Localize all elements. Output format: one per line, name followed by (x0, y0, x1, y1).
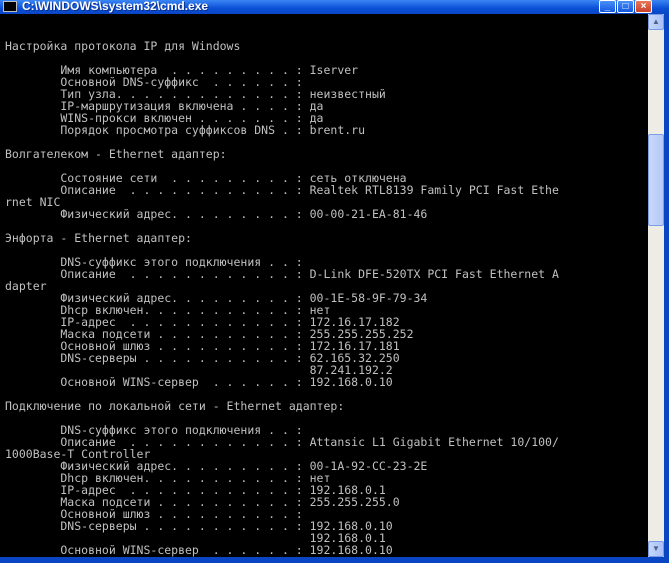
console-line: Волгателеком - Ethernet адаптер: (5, 147, 227, 161)
console-line: Подключение по локальной сети - Ethernet… (5, 399, 345, 413)
maximize-button[interactable]: □ (617, 0, 634, 13)
window-frame-bottom (0, 557, 669, 563)
console-line: Настройка протокола IP для Windows (5, 39, 241, 53)
console-line: Энфорта - Ethernet адаптер: (5, 231, 192, 245)
console-line: Основной WINS-сервер . . . . . . : 192.1… (5, 375, 393, 389)
window-frame-right (664, 14, 669, 563)
console-line: Порядок просмотра суффиксов DNS . : bren… (5, 123, 366, 137)
cmd-icon (3, 1, 17, 12)
window-title: C:\WINDOWS\system32\cmd.exe (22, 0, 209, 13)
console-line: Описание . . . . . . . . . . . . : D-Lin… (5, 267, 559, 281)
console-line: Физический адрес. . . . . . . . . : 00-0… (5, 207, 428, 221)
console-output[interactable]: Настройка протокола IP для Windows Имя к… (5, 28, 648, 558)
console-line: Описание . . . . . . . . . . . . : Realt… (5, 183, 559, 197)
title-bar[interactable]: C:\WINDOWS\system32\cmd.exe _ □ × (0, 0, 669, 14)
scroll-down-button[interactable]: ▼ (648, 541, 664, 557)
minimize-button[interactable]: _ (599, 0, 616, 13)
scroll-up-button[interactable]: ▲ (648, 14, 664, 30)
scroll-thumb[interactable] (648, 134, 664, 226)
close-button[interactable]: × (635, 0, 652, 13)
vertical-scrollbar[interactable]: ▲ ▼ (648, 14, 664, 557)
console-line: Основной WINS-сервер . . . . . . : 192.1… (5, 543, 393, 557)
